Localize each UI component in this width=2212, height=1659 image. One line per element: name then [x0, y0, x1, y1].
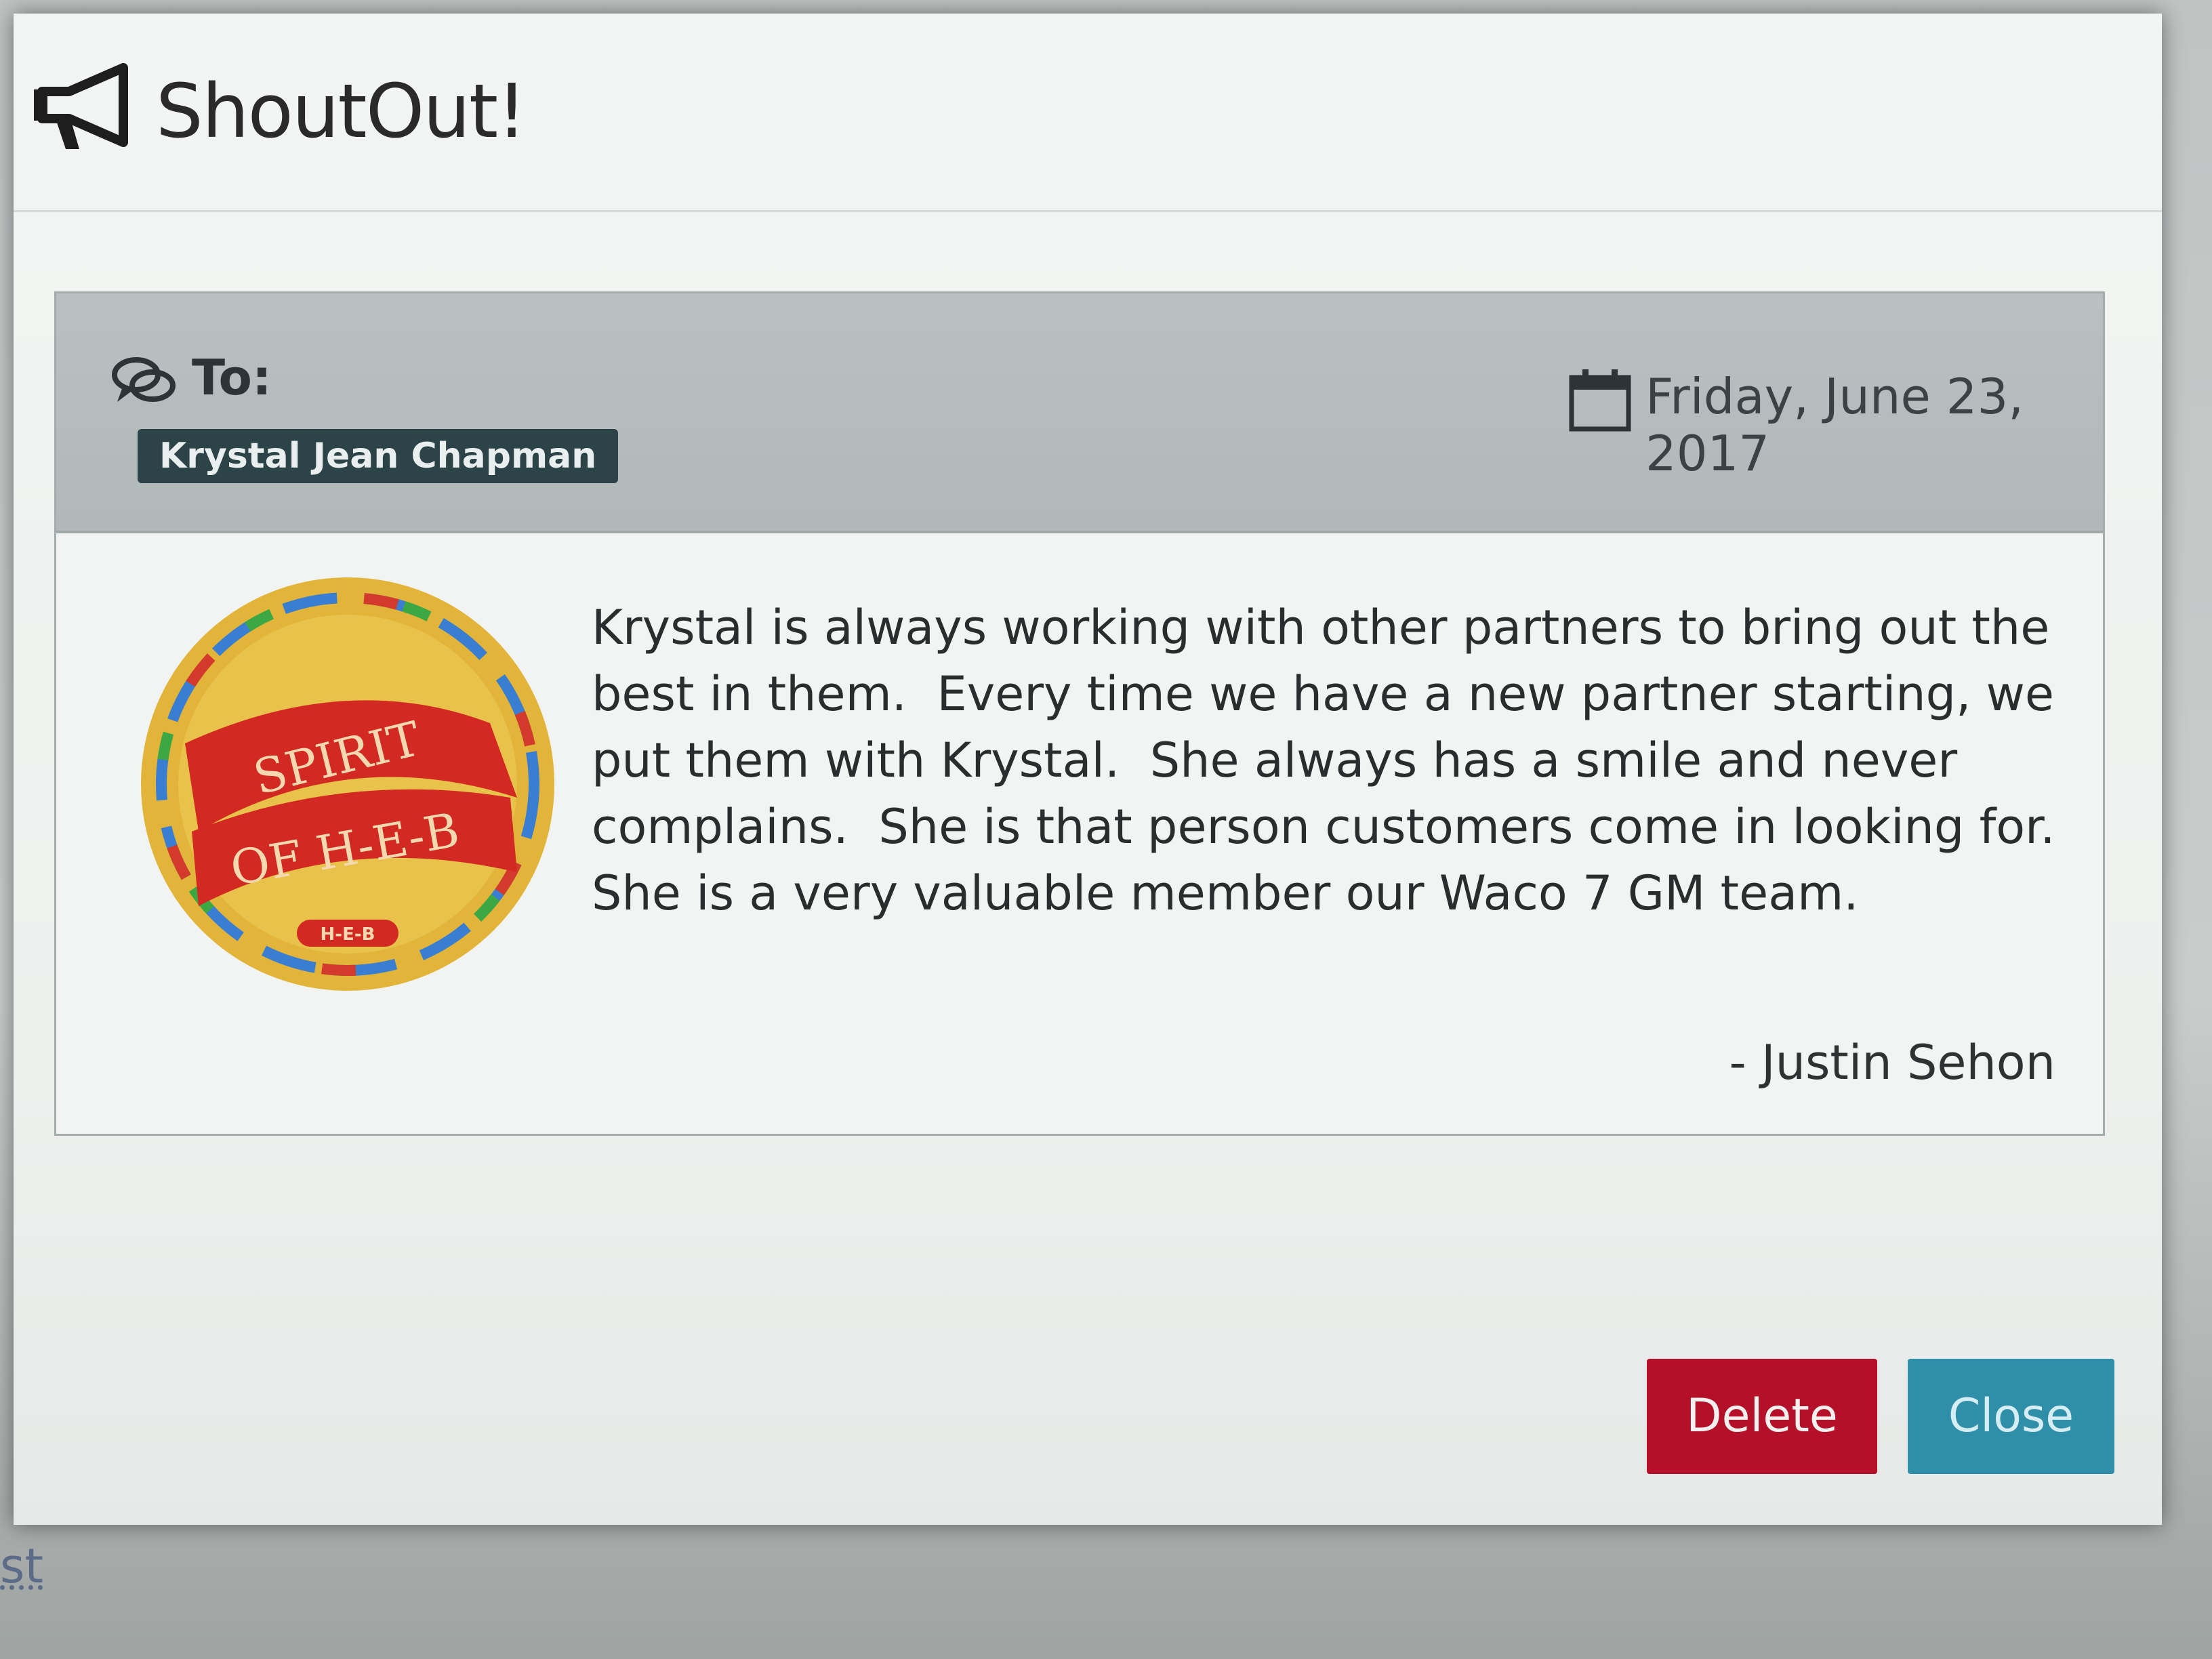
comments-icon — [112, 357, 176, 402]
spirit-of-heb-badge: SPIRIT OF H-E-B H-E-B — [141, 577, 554, 991]
card-body: SPIRIT OF H-E-B H-E-B Krystal is always … — [56, 533, 2103, 1130]
backdrop-partial-text: st — [0, 1538, 43, 1594]
to-label: To: — [192, 349, 272, 406]
close-button[interactable]: Close — [1908, 1359, 2114, 1474]
calendar-icon — [1569, 369, 1631, 432]
badge-footer: H-E-B — [321, 924, 375, 945]
screen-backdrop: st ShoutOut! To: Krystal Jean Chapman Fr… — [0, 0, 2212, 1659]
shoutout-message: Krystal is always working with other par… — [592, 600, 2086, 921]
modal-header: ShoutOut! — [14, 14, 2162, 212]
shoutout-date: Friday, June 23, 2017 — [1645, 368, 2024, 482]
delete-button[interactable]: Delete — [1647, 1359, 1877, 1474]
card-header: To: Krystal Jean Chapman Friday, June 23… — [56, 293, 2103, 533]
shoutout-signature: - Justin Sehon — [1729, 1035, 2055, 1090]
shoutout-card: To: Krystal Jean Chapman Friday, June 23… — [54, 291, 2105, 1136]
modal-title: ShoutOut! — [156, 68, 527, 155]
recipient-badge: Krystal Jean Chapman — [138, 429, 619, 483]
shoutout-modal: ShoutOut! To: Krystal Jean Chapman Frida… — [14, 14, 2162, 1525]
megaphone-icon — [34, 63, 128, 149]
